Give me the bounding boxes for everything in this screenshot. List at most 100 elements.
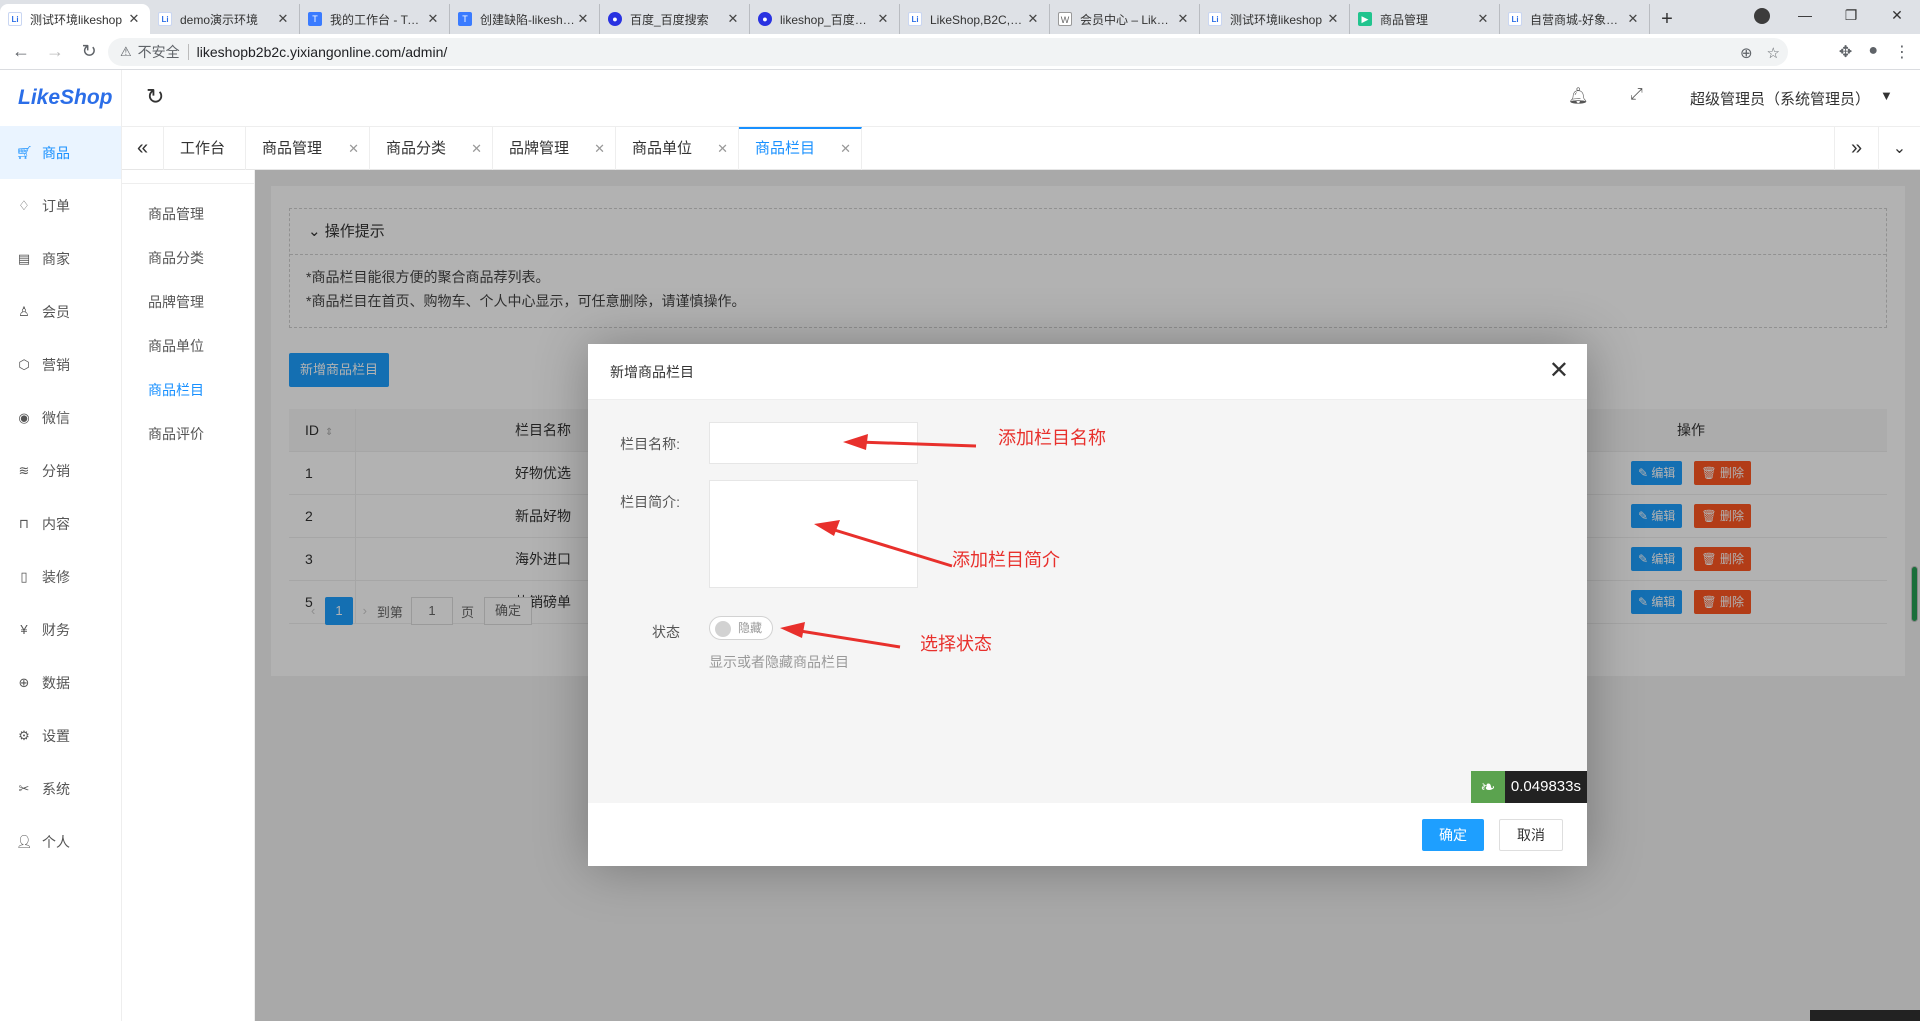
sidebar-item-members[interactable]: ♙ 会员 bbox=[0, 285, 121, 338]
annotation-status: 选择状态 bbox=[920, 634, 992, 654]
close-icon[interactable]: ✕ bbox=[425, 11, 441, 27]
baidu-icon: ● bbox=[608, 12, 622, 26]
browser-tab[interactable]: Li 测试环境likeshop ✕ bbox=[1200, 4, 1350, 34]
sidebar-item-wechat[interactable]: ◉ 微信 bbox=[0, 391, 121, 444]
browser-tab[interactable]: Li demo演示环境 ✕ bbox=[150, 4, 300, 34]
url-field[interactable]: ⚠ 不安全 likeshopb2b2c.yixiangonline.com/ad… bbox=[108, 38, 1788, 66]
close-icon[interactable]: ✕ bbox=[1325, 11, 1341, 27]
browser-tab[interactable]: W会员中心 – LikeShop✕ bbox=[1050, 4, 1200, 34]
close-icon[interactable]: ✕ bbox=[725, 11, 741, 27]
sidebar-item-marketing[interactable]: ⬡ 营销 bbox=[0, 338, 121, 391]
sidebar-item-decoration[interactable]: ▯ 装修 bbox=[0, 550, 121, 603]
close-icon[interactable]: ✕ bbox=[575, 11, 591, 27]
browser-tab[interactable]: ▶ 商品管理 ✕ bbox=[1350, 4, 1500, 34]
browser-tab[interactable]: LiLikeShop,B2C,多商户✕ bbox=[900, 4, 1050, 34]
sidebar-item-merchants[interactable]: ▤ 商家 bbox=[0, 232, 121, 285]
back-icon[interactable]: ← bbox=[8, 41, 34, 62]
subnav-goods-column[interactable]: 商品栏目 bbox=[122, 368, 254, 412]
close-icon[interactable]: ✕ bbox=[594, 127, 605, 170]
cancel-button[interactable]: 取消 bbox=[1499, 819, 1563, 851]
window-close-icon[interactable]: ✕ bbox=[1874, 7, 1920, 24]
sidebar-item-data[interactable]: ⊕ 数据 bbox=[0, 656, 121, 709]
close-icon[interactable]: ✕ bbox=[348, 127, 359, 170]
browser-tab[interactable]: T 创建缺陷-likeshop ✕ bbox=[450, 4, 600, 34]
likeshop-icon: Li bbox=[908, 12, 922, 26]
status-hint: 显示或者隐藏商品栏目 bbox=[709, 654, 849, 670]
browser-tab[interactable]: T 我的工作台 - TAPD ✕ bbox=[300, 4, 450, 34]
add-column-dialog: 新增商品栏目 ✕ 栏目名称: 栏目简介: 状态 隐藏 显示或者隐藏商品栏目 添加… bbox=[588, 344, 1587, 866]
sidebar-item-personal[interactable]: 👤︎ 个人 bbox=[0, 815, 121, 868]
confirm-button[interactable]: 确定 bbox=[1422, 819, 1484, 851]
likeshop-icon: Li bbox=[1208, 12, 1222, 26]
tab-goods-unit[interactable]: 商品单位 ✕ bbox=[616, 127, 739, 170]
reload-icon[interactable]: ↻ bbox=[76, 41, 102, 62]
browser-tab[interactable]: ● 百度_百度搜索 ✕ bbox=[600, 4, 750, 34]
tab-goods-column[interactable]: 商品栏目 ✕ bbox=[739, 127, 862, 170]
bell-icon: ♢ bbox=[18, 197, 30, 213]
user-menu[interactable]: 超级管理员（系统管理员） bbox=[1690, 88, 1870, 109]
close-icon[interactable]: ✕ bbox=[875, 11, 891, 27]
column-name-input[interactable] bbox=[709, 422, 918, 464]
column-desc-label: 栏目简介: bbox=[620, 494, 680, 510]
extensions-icon[interactable]: ✥ bbox=[1839, 42, 1852, 62]
tab-workbench[interactable]: 工作台 bbox=[164, 127, 246, 170]
tab-goods-management[interactable]: 商品管理 ✕ bbox=[246, 127, 370, 170]
sidebar-item-settings[interactable]: ⚙ 设置 bbox=[0, 709, 121, 762]
warning-icon[interactable]: ⚠ bbox=[120, 44, 132, 60]
browser-tab[interactable]: Li 自营商城-好象商城 ✕ bbox=[1500, 4, 1650, 34]
scrollbar-thumb[interactable] bbox=[1911, 566, 1918, 622]
profile-icon[interactable]: ● bbox=[1868, 42, 1878, 62]
fullscreen-icon[interactable]: ⤢ bbox=[1630, 86, 1643, 104]
browser-tab[interactable]: ● likeshop_百度搜索 ✕ bbox=[750, 4, 900, 34]
close-icon[interactable]: ✕ bbox=[275, 11, 291, 27]
yen-icon: ¥ bbox=[20, 622, 28, 637]
dialog-body: 栏目名称: 栏目简介: 状态 隐藏 显示或者隐藏商品栏目 添加栏目名称 添加栏目… bbox=[588, 400, 1587, 803]
tab-brand-management[interactable]: 品牌管理 ✕ bbox=[493, 127, 616, 170]
close-icon[interactable]: ✕ bbox=[840, 129, 851, 168]
close-icon[interactable]: ✕ bbox=[717, 127, 728, 170]
subnav-goods-category[interactable]: 商品分类 bbox=[122, 236, 254, 280]
sidebar-item-system[interactable]: ✂ 系统 bbox=[0, 762, 121, 815]
double-chevron-right-icon[interactable]: » bbox=[1834, 127, 1878, 170]
status-toggle[interactable]: 隐藏 bbox=[709, 616, 773, 640]
tab-search-icon[interactable] bbox=[1754, 8, 1770, 24]
tools-icon: ✂ bbox=[18, 780, 30, 796]
forward-icon[interactable]: → bbox=[42, 41, 68, 62]
subnav-goods-unit[interactable]: 商品单位 bbox=[122, 324, 254, 368]
notification-bell-icon[interactable]: 🔔︎ bbox=[1568, 86, 1588, 106]
person-icon: 👤︎ bbox=[16, 833, 33, 849]
caret-down-icon[interactable]: ▼ bbox=[1880, 88, 1893, 103]
double-chevron-left-icon[interactable]: « bbox=[122, 127, 164, 170]
column-desc-textarea[interactable] bbox=[709, 480, 918, 588]
close-icon[interactable]: ✕ bbox=[1625, 11, 1641, 27]
chevron-down-icon[interactable]: ⌄ bbox=[1878, 127, 1920, 170]
sidebar-item-finance[interactable]: ¥ 财务 bbox=[0, 603, 121, 656]
logo: LikeShop bbox=[18, 86, 113, 109]
minimize-icon[interactable]: — bbox=[1782, 7, 1828, 23]
browser-tab[interactable]: Li 测试环境likeshop ✕ bbox=[0, 4, 150, 34]
close-icon[interactable]: ✕ bbox=[1175, 11, 1191, 27]
close-icon[interactable]: ✕ bbox=[1475, 11, 1491, 27]
close-icon[interactable]: ✕ bbox=[1025, 11, 1041, 27]
subnav-goods-review[interactable]: 商品评价 bbox=[122, 412, 254, 456]
sidebar-item-distribution[interactable]: ≋ 分销 bbox=[0, 444, 121, 497]
sidebar-item-content[interactable]: ⊓ 内容 bbox=[0, 497, 121, 550]
sidebar-item-goods[interactable]: 🛒︎ 商品 bbox=[0, 126, 121, 179]
zoom-icon[interactable]: ⊕ bbox=[1740, 44, 1753, 62]
tab-goods-category[interactable]: 商品分类 ✕ bbox=[370, 127, 493, 170]
restore-icon[interactable]: ❐ bbox=[1828, 7, 1874, 24]
subnav-brand-management[interactable]: 品牌管理 bbox=[122, 280, 254, 324]
menu-icon[interactable]: ⋮ bbox=[1894, 42, 1910, 62]
annotation-name: 添加栏目名称 bbox=[998, 428, 1106, 448]
toggle-knob bbox=[715, 621, 731, 637]
subnav-goods-management[interactable]: 商品管理 bbox=[122, 192, 254, 236]
likeshop-icon: Li bbox=[158, 12, 172, 26]
leaf-logo-icon: ❧ bbox=[1470, 771, 1505, 803]
bookmark-star-icon[interactable]: ☆ bbox=[1767, 44, 1780, 62]
sidebar-item-orders[interactable]: ♢ 订单 bbox=[0, 179, 121, 232]
new-tab-button[interactable]: + bbox=[1650, 4, 1684, 34]
refresh-icon[interactable]: ↻ bbox=[146, 84, 164, 110]
close-icon[interactable]: ✕ bbox=[126, 11, 142, 27]
close-icon[interactable]: ✕ bbox=[471, 127, 482, 170]
close-icon[interactable]: ✕ bbox=[1549, 356, 1569, 385]
